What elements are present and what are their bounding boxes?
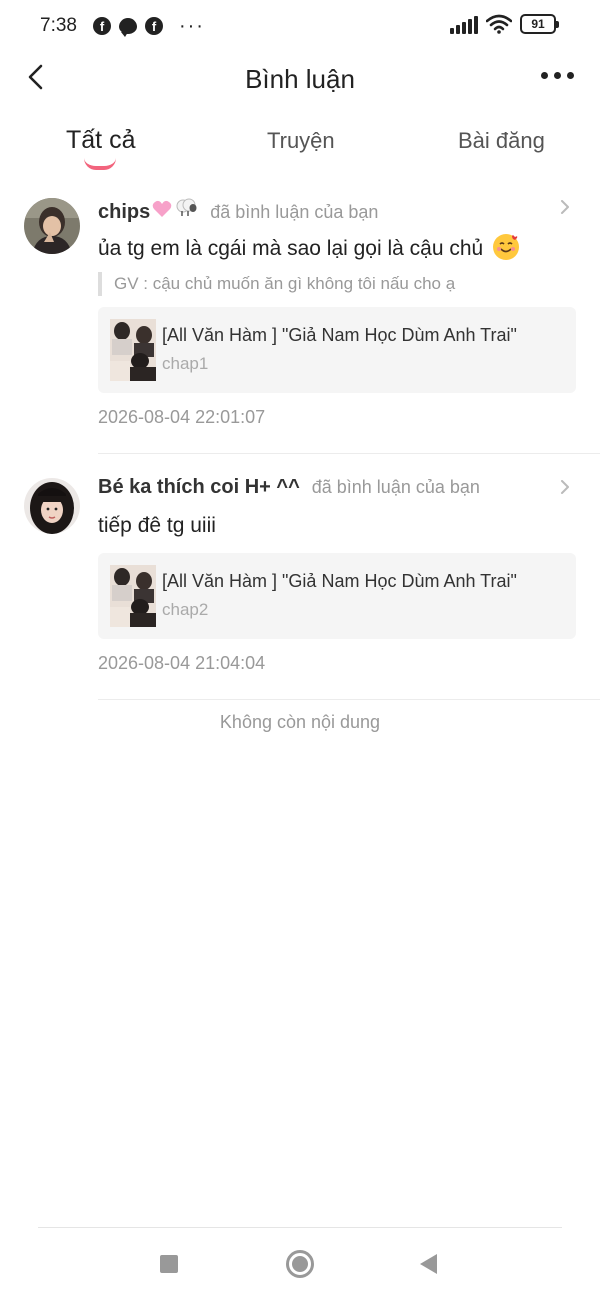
signal-icon (450, 14, 478, 34)
comment-text: tiếp đê tg uiii (98, 514, 216, 537)
messenger-icon (118, 18, 137, 37)
more-dot (541, 72, 548, 79)
tab-bar: Tất cả Truyện Bài đăng (0, 124, 600, 176)
status-left: 7:38 f f ··· (40, 15, 205, 37)
chevron-right-icon[interactable] (558, 200, 572, 214)
home-icon[interactable] (286, 1250, 314, 1278)
page-title: Bình luận (245, 64, 355, 94)
story-thumbnail (110, 565, 156, 627)
pink-heart-emoji (152, 200, 172, 218)
divider (98, 453, 600, 454)
avatar-image (24, 478, 80, 534)
end-of-list-text: Không còn nội dung (219, 712, 381, 732)
divider (98, 699, 600, 700)
story-title: [All Văn Hàm ] "Giả Nam Học Dùm Anh Trai… (162, 571, 517, 591)
story-chapter: chap2 (162, 600, 209, 619)
quoted-comment: GV : cậu chủ muốn ăn gì không tôi nấu ch… (98, 272, 455, 296)
active-tab-indicator (84, 158, 116, 170)
more-dots-icon: ··· (178, 15, 205, 37)
status-time: 7:38 (40, 15, 77, 36)
nav-divider (38, 1227, 562, 1228)
status-bar: 7:38 f f ··· 91 (0, 0, 600, 52)
tab-stories[interactable]: Truyện (267, 128, 335, 154)
chevron-right-icon[interactable] (558, 480, 572, 494)
smiling-face-with-hearts-emoji (493, 234, 520, 260)
status-right: 91 (450, 14, 559, 34)
facebook-icon: f (92, 17, 111, 35)
comment-date: 2026-08-04 22:01:07 (98, 407, 266, 427)
story-title: [All Văn Hàm ] "Giả Nam Học Dùm Anh Trai… (162, 325, 517, 345)
more-dot (554, 72, 561, 79)
comment-username[interactable]: Bé ka thích coi H+ ^^ (98, 476, 300, 499)
recent-apps-icon[interactable] (160, 1255, 178, 1273)
avatar[interactable] (24, 478, 80, 534)
sheep-emoji (174, 196, 198, 218)
avatar-image (24, 198, 80, 254)
story-card[interactable]: [All Văn Hàm ] "Giả Nam Học Dùm Anh Trai… (98, 307, 576, 393)
facebook-icon: f (144, 17, 163, 35)
story-chapter: chap1 (162, 354, 209, 373)
more-dot (567, 72, 574, 79)
more-options-button[interactable] (541, 72, 574, 79)
avatar[interactable] (24, 198, 80, 254)
back-icon[interactable] (420, 1254, 437, 1274)
comment-date: 2026-08-04 21:04:04 (98, 653, 266, 673)
story-card[interactable]: [All Văn Hàm ] "Giả Nam Học Dùm Anh Trai… (98, 553, 576, 639)
wifi-icon (486, 14, 512, 34)
comment-username[interactable]: chips (98, 201, 150, 224)
comment-header: Bé ka thích coi H+ ^^ đã bình luận của b… (98, 476, 480, 499)
comment-action: đã bình luận của bạn (311, 477, 480, 497)
tab-all[interactable]: Tất cả (66, 126, 135, 155)
comment-header: chips đã bình luận của bạn (98, 196, 378, 224)
battery-level: 91 (531, 17, 545, 31)
comment-text: ủa tg em là cgái mà sao lại gọi là cậu c… (98, 237, 484, 260)
tab-posts[interactable]: Bài đăng (458, 128, 545, 154)
header: Bình luận (0, 52, 600, 106)
comment-text-row: ủa tg em là cgái mà sao lại gọi là cậu c… (98, 234, 520, 261)
story-thumbnail (110, 319, 156, 381)
comment-action: đã bình luận của bạn (210, 202, 379, 222)
battery-icon: 91 (520, 14, 559, 34)
